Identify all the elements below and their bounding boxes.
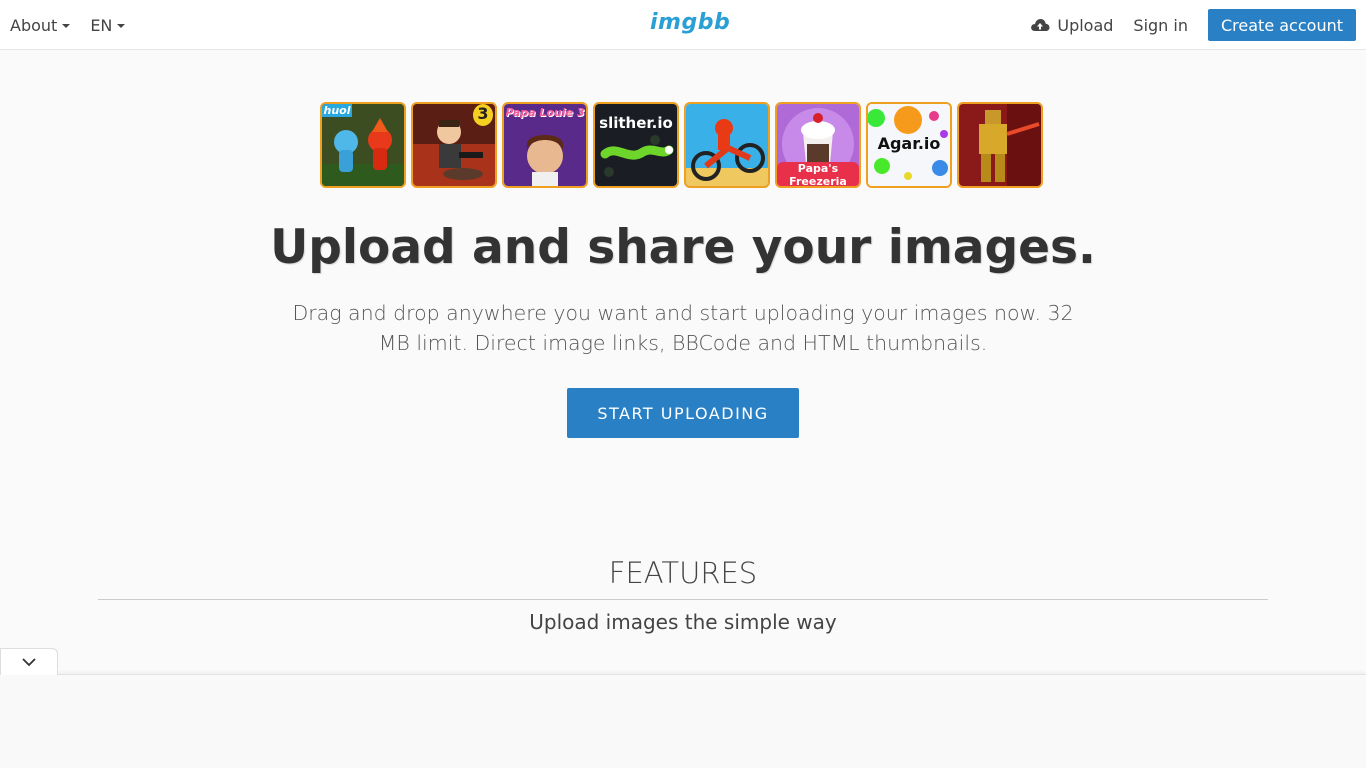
language-menu[interactable]: EN: [90, 15, 126, 35]
features-divider: [98, 599, 1268, 600]
top-bar: About EN imgbb Upload Sign in Create acc…: [0, 0, 1366, 50]
features-subtitle: Upload images the simple way: [529, 610, 837, 634]
game-thumbnail[interactable]: [684, 102, 770, 188]
upload-label: Upload: [1057, 15, 1114, 35]
about-label: About: [10, 15, 58, 35]
upload-link[interactable]: Upload: [1030, 16, 1113, 35]
game-thumbnail[interactable]: Papa's Freezeria: [775, 102, 861, 188]
chevron-down-icon: [22, 658, 36, 667]
site-logo[interactable]: imgbb: [650, 10, 730, 35]
start-uploading-button[interactable]: START UPLOADING: [567, 388, 799, 438]
game-thumbnail[interactable]: slither.io: [593, 102, 679, 188]
language-label: EN: [90, 15, 113, 35]
hero-subtitle: Drag and drop anywhere you want and star…: [292, 301, 1074, 355]
nav-right: Upload Sign in Create account: [1030, 0, 1356, 50]
game-badge: slither.io: [599, 114, 673, 132]
nav-left: About EN: [10, 0, 126, 50]
game-badge: huol: [322, 104, 352, 117]
collapse-panel-button[interactable]: [0, 648, 58, 675]
game-badge: 3: [473, 104, 493, 126]
hero-title: Upload and share your images.: [270, 220, 1096, 275]
sign-in-link[interactable]: Sign in: [1133, 16, 1188, 35]
game-thumbnail[interactable]: Papa Louie 3: [502, 102, 588, 188]
game-thumbnail[interactable]: huol: [320, 102, 406, 188]
about-menu[interactable]: About: [10, 15, 71, 35]
bottom-panel: [0, 674, 1366, 768]
game-badge: Papa Louie 3: [505, 106, 585, 119]
create-account-button[interactable]: Create account: [1208, 9, 1356, 41]
game-badge: Agar.io: [877, 134, 941, 153]
caret-down-icon: [117, 24, 126, 28]
game-badge: Papa's Freezeria: [777, 162, 859, 186]
cloud-upload-icon: [1031, 19, 1050, 31]
game-thumbnail[interactable]: 3: [411, 102, 497, 188]
game-thumbnail[interactable]: [957, 102, 1043, 188]
features-title: FEATURES: [608, 556, 758, 590]
caret-down-icon: [62, 24, 71, 28]
games-strip: huol 3 Papa Louie 3 slither.io Papa's Fr…: [320, 102, 1043, 188]
game-thumbnail[interactable]: Agar.io: [866, 102, 952, 188]
